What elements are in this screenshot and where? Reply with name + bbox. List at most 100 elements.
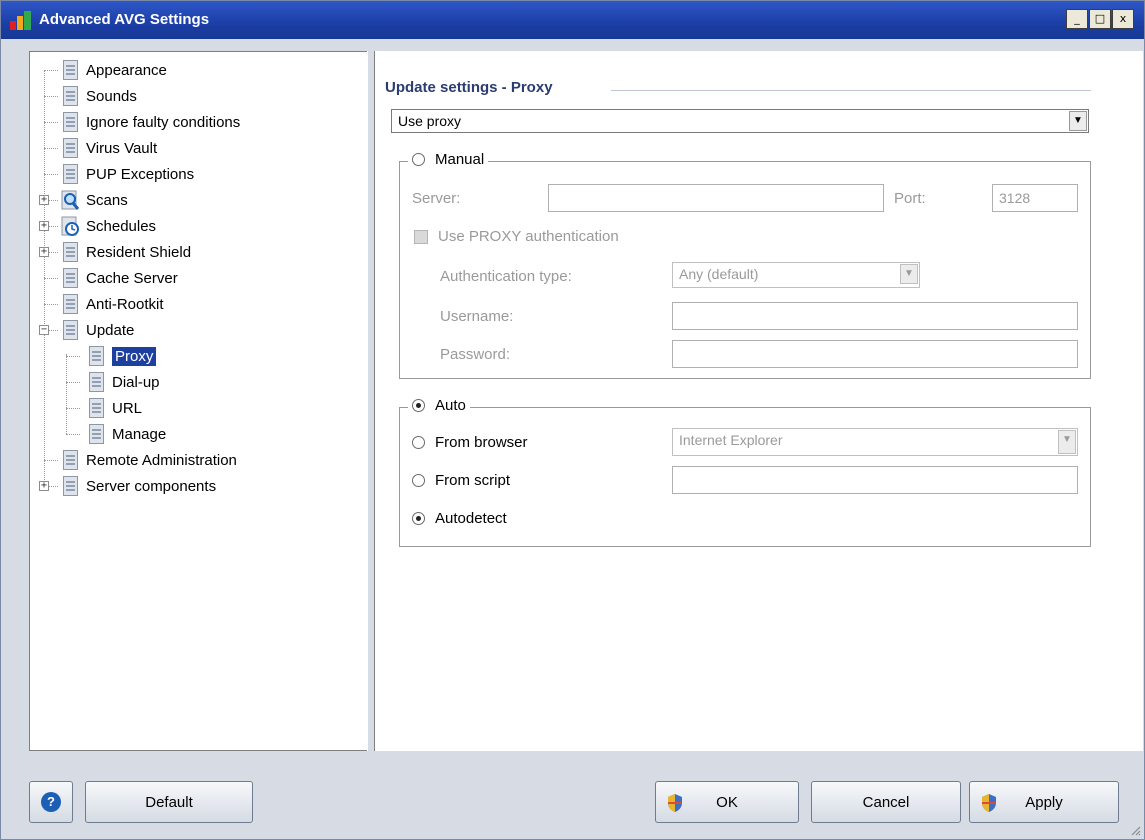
- tree-item-appearance[interactable]: Appearance: [60, 58, 167, 82]
- tree-connector: [44, 122, 58, 123]
- tree-connector: [66, 382, 80, 383]
- tree-connector: [66, 434, 80, 435]
- tree-item-anti-rootkit[interactable]: Anti-Rootkit: [60, 292, 164, 316]
- collapse-icon[interactable]: −: [39, 325, 49, 335]
- maximize-button[interactable]: □: [1089, 9, 1111, 29]
- auth-type-label: Authentication type:: [440, 268, 572, 285]
- ok-label: OK: [716, 793, 738, 811]
- resize-grip-icon[interactable]: [1129, 824, 1141, 836]
- settings-page-icon: [60, 241, 80, 263]
- title-bar[interactable]: Advanced AVG Settings _ □ x: [1, 1, 1144, 39]
- proxy-mode-select[interactable]: Use proxy ▼: [391, 109, 1089, 133]
- tree-item-update[interactable]: Update: [60, 318, 134, 342]
- section-title: Update settings - Proxy: [385, 79, 553, 96]
- browser-select[interactable]: Internet Explorer ▼: [672, 428, 1078, 456]
- dropdown-arrow-icon[interactable]: ▼: [1069, 111, 1087, 131]
- tree-item-dial-up[interactable]: Dial-up: [86, 370, 160, 394]
- settings-page-icon: [60, 319, 80, 341]
- from-script-radio[interactable]: From script: [412, 472, 510, 489]
- tree-item-label: Schedules: [86, 217, 157, 235]
- tree-item-label: Server components: [86, 477, 217, 495]
- apply-button[interactable]: Apply: [969, 781, 1119, 823]
- manual-group: Manual Server: Port: 3128 Use PROXY auth…: [399, 151, 1091, 379]
- username-input[interactable]: [672, 302, 1078, 330]
- auto-radio-icon[interactable]: [412, 399, 425, 412]
- section-divider: [611, 90, 1091, 91]
- auth-type-select[interactable]: Any (default) ▼: [672, 262, 920, 288]
- from-browser-label: From browser: [435, 434, 528, 451]
- proxy-settings-panel: Update settings - Proxy Use proxy ▼ Manu…: [374, 51, 1143, 751]
- cancel-button[interactable]: Cancel: [811, 781, 961, 823]
- tree-item-label: Resident Shield: [86, 243, 192, 261]
- minimize-button[interactable]: _: [1066, 9, 1088, 29]
- magnifier-icon: [60, 189, 80, 211]
- browser-select-value: Internet Explorer: [679, 432, 783, 448]
- manual-radio[interactable]: Manual: [408, 151, 489, 168]
- close-button[interactable]: x: [1112, 9, 1134, 29]
- tree-item-manage[interactable]: Manage: [86, 422, 166, 446]
- tree-item-label: URL: [112, 399, 143, 417]
- tree-item-resident-shield[interactable]: Resident Shield: [60, 240, 191, 264]
- auth-type-value: Any (default): [679, 266, 759, 282]
- tree-item-label: Manage: [112, 425, 167, 443]
- from-script-radio-icon[interactable]: [412, 474, 425, 487]
- autodetect-label: Autodetect: [435, 510, 507, 527]
- settings-window: Advanced AVG Settings _ □ x Appearance So…: [0, 0, 1145, 840]
- settings-page-icon: [60, 449, 80, 471]
- port-input[interactable]: 3128: [992, 184, 1078, 212]
- tree-item-sounds[interactable]: Sounds: [60, 84, 137, 108]
- script-input[interactable]: [672, 466, 1078, 494]
- tree-item-label: Virus Vault: [86, 139, 158, 157]
- password-input[interactable]: [672, 340, 1078, 368]
- tree-item-pup-exceptions[interactable]: PUP Exceptions: [60, 162, 194, 186]
- schedule-icon: [60, 215, 80, 237]
- settings-page-icon: [60, 137, 80, 159]
- manual-radio-icon[interactable]: [412, 153, 425, 166]
- proxy-auth-label: Use PROXY authentication: [438, 228, 619, 245]
- autodetect-radio[interactable]: Autodetect: [412, 510, 507, 527]
- tree-item-label: Appearance: [86, 61, 167, 79]
- autodetect-radio-icon[interactable]: [412, 512, 425, 525]
- tree-item-server-components[interactable]: Server components: [60, 474, 216, 498]
- expand-icon[interactable]: +: [39, 195, 49, 205]
- window-title: Advanced AVG Settings: [39, 11, 210, 28]
- tree-item-label: Dial-up: [112, 373, 160, 391]
- tree-item-label: Remote Administration: [86, 451, 237, 469]
- tree-item-proxy[interactable]: Proxy: [86, 344, 157, 368]
- tree-item-label: Proxy: [112, 346, 157, 366]
- settings-page-icon: [86, 345, 106, 367]
- from-browser-radio[interactable]: From browser: [412, 434, 528, 451]
- apply-label: Apply: [1025, 793, 1063, 811]
- settings-tree[interactable]: Appearance Sounds Ignore faulty conditions…: [29, 51, 376, 751]
- tree-item-virus-vault[interactable]: Virus Vault: [60, 136, 157, 160]
- shield-icon: [982, 794, 996, 812]
- avg-logo-icon: [10, 11, 31, 30]
- from-browser-radio-icon[interactable]: [412, 436, 425, 449]
- settings-page-icon: [86, 397, 106, 419]
- settings-page-icon: [60, 293, 80, 315]
- tree-item-scans[interactable]: Scans: [60, 188, 128, 212]
- dropdown-arrow-icon[interactable]: ▼: [1058, 430, 1076, 454]
- server-input[interactable]: [548, 184, 884, 212]
- expand-icon[interactable]: +: [39, 481, 49, 491]
- shield-icon: [668, 794, 682, 812]
- proxy-auth-checkbox[interactable]: Use PROXY authentication: [414, 228, 619, 245]
- default-button[interactable]: Default: [85, 781, 253, 823]
- auto-radio[interactable]: Auto: [408, 397, 470, 414]
- expand-icon[interactable]: +: [39, 221, 49, 231]
- tree-item-url[interactable]: URL: [86, 396, 142, 420]
- tree-connector: [44, 148, 58, 149]
- dropdown-arrow-icon[interactable]: ▼: [900, 264, 918, 284]
- ok-button[interactable]: OK: [655, 781, 799, 823]
- tree-item-ignore-faulty-conditions[interactable]: Ignore faulty conditions: [60, 110, 240, 134]
- from-script-label: From script: [435, 472, 510, 489]
- help-button[interactable]: ?: [29, 781, 73, 823]
- expand-icon[interactable]: +: [39, 247, 49, 257]
- settings-page-icon: [60, 163, 80, 185]
- tree-connector: [44, 96, 58, 97]
- tree-item-remote-administration[interactable]: Remote Administration: [60, 448, 237, 472]
- tree-item-schedules[interactable]: Schedules: [60, 214, 156, 238]
- tree-item-cache-server[interactable]: Cache Server: [60, 266, 178, 290]
- auto-label: Auto: [435, 397, 466, 414]
- proxy-auth-checkbox-box[interactable]: [414, 229, 428, 244]
